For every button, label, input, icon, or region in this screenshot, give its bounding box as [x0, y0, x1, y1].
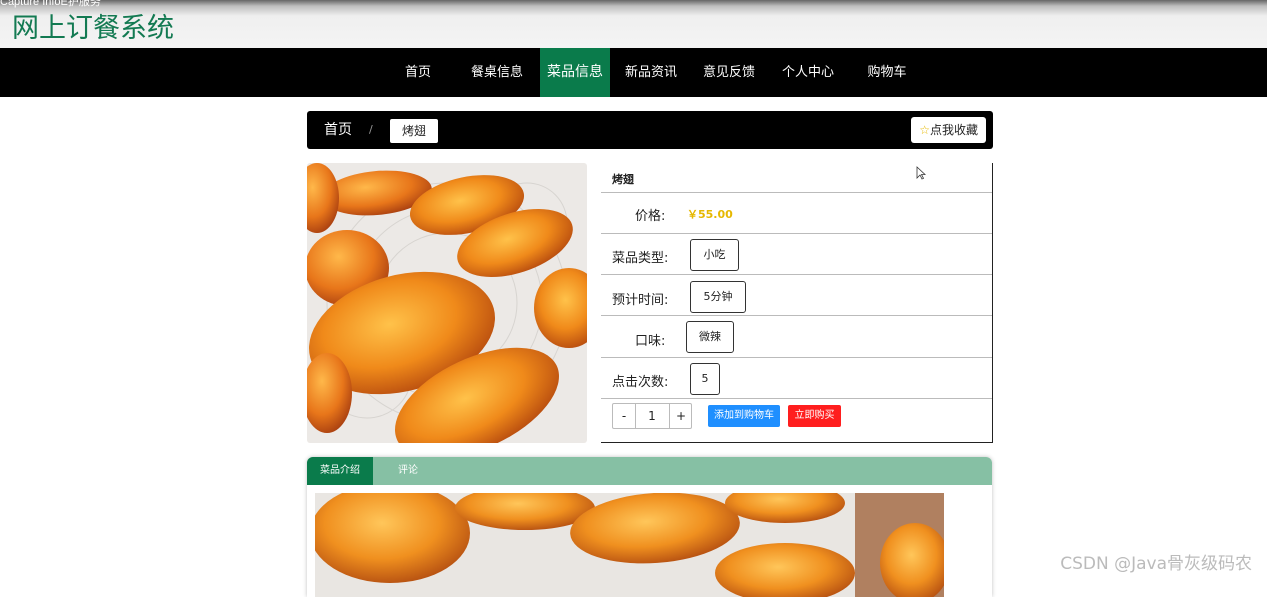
nav-item-home[interactable]: 首页: [392, 48, 444, 97]
breadcrumb-current: 烤翅: [390, 119, 439, 143]
divider: [601, 398, 992, 399]
star-icon: ☆: [919, 123, 930, 137]
breadcrumb-home[interactable]: 首页: [324, 111, 352, 149]
watermark: CSDN @Java骨灰级码农: [1060, 554, 1252, 574]
add-to-cart-button[interactable]: 添加到购物车: [708, 405, 780, 427]
tab-introduction[interactable]: 菜品介绍: [307, 457, 373, 485]
clicks-value: 5: [690, 363, 720, 395]
category-value: 小吃: [690, 239, 739, 271]
mouse-cursor-icon: [916, 165, 927, 184]
price-value: ￥55.00: [687, 208, 733, 221]
flavor-value: 微辣: [686, 321, 734, 353]
increment-button[interactable]: +: [669, 404, 692, 428]
breadcrumb: 首页 / 烤翅 ☆点我收藏: [307, 111, 993, 149]
flavor-label: 口味:: [635, 334, 666, 349]
decrement-button[interactable]: -: [613, 404, 636, 428]
nav-item-tables[interactable]: 餐桌信息: [466, 48, 528, 97]
site-title[interactable]: 网上订餐系统: [12, 6, 174, 45]
favorite-button[interactable]: ☆点我收藏: [911, 117, 986, 143]
breadcrumb-separator: /: [369, 123, 373, 136]
dish-tabs-panel: 菜品介绍 评论: [307, 457, 992, 597]
dish-description-photo: [315, 493, 944, 597]
divider: [601, 192, 992, 193]
quantity-stepper: - 1 +: [612, 403, 692, 429]
nav-item-cart[interactable]: 购物车: [860, 48, 914, 97]
nav-item-dishes[interactable]: 菜品信息: [540, 48, 610, 97]
nav-item-feedback[interactable]: 意见反馈: [698, 48, 760, 97]
dish-name: 烤翅: [612, 173, 634, 186]
time-value: 5分钟: [690, 281, 746, 313]
time-label: 预计时间:: [612, 293, 669, 308]
category-label: 菜品类型:: [612, 251, 669, 266]
nav-item-profile[interactable]: 个人中心: [777, 48, 839, 97]
header-bar: Capture InfoE护服务 网上订餐系统: [0, 0, 1267, 48]
tab-comments[interactable]: 评论: [379, 457, 437, 485]
divider: [601, 357, 992, 358]
favorite-label: 点我收藏: [929, 123, 978, 137]
divider: [601, 233, 992, 234]
clicks-label: 点击次数:: [612, 375, 669, 390]
divider: [601, 274, 992, 275]
nav-item-news[interactable]: 新品资讯: [620, 48, 682, 97]
dish-detail-panel: 烤翅 价格: ￥55.00 菜品类型: 小吃 预计时间: 5分钟 口味: 微辣 …: [601, 163, 993, 443]
tab-strip: 菜品介绍 评论: [307, 457, 992, 485]
dish-photo: [307, 163, 587, 443]
divider: [601, 315, 992, 316]
buy-now-button[interactable]: 立即购买: [788, 405, 841, 427]
main-nav: 首页 餐桌信息 菜品信息 新品资讯 意见反馈 个人中心 购物车: [0, 48, 1267, 97]
quantity-input[interactable]: 1: [636, 404, 668, 428]
price-label: 价格:: [635, 209, 666, 224]
